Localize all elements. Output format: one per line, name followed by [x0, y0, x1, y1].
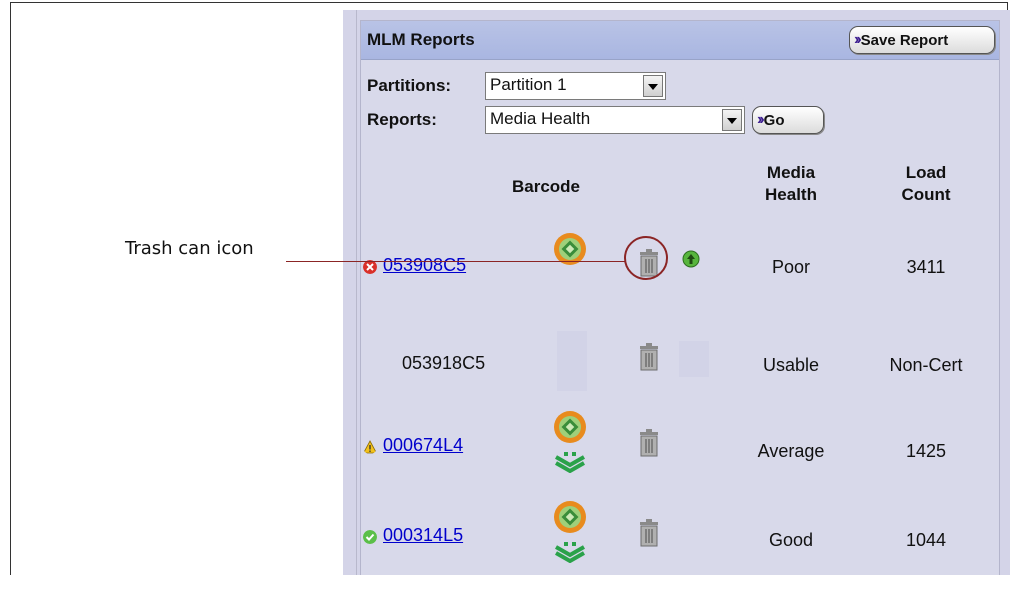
go-label: Go: [763, 111, 785, 129]
column-header-media-health-line1: Media: [766, 163, 816, 182]
error-status-icon: [363, 260, 377, 274]
load-count-value: 3411: [906, 257, 946, 277]
media-health-value: Average: [757, 441, 825, 461]
media-cartridge-icon: [554, 501, 586, 533]
dropdown-arrow-icon[interactable]: [722, 109, 742, 131]
partitions-value: Partition 1: [490, 75, 567, 94]
media-health-value: Usable: [762, 355, 820, 375]
trash-can-icon[interactable]: [637, 519, 661, 547]
callout-label: Trash can icon: [125, 238, 254, 259]
table-row: 053908C5 Poor 3411: [361, 221, 999, 321]
reports-select[interactable]: Media Health: [485, 106, 745, 134]
media-cartridge-icon: [554, 411, 586, 443]
reports-value: Media Health: [490, 109, 591, 128]
column-header-load-count-line2: Count: [901, 185, 951, 204]
reports-label: Reports:: [367, 110, 437, 129]
partitions-select[interactable]: Partition 1: [485, 72, 666, 100]
callout-highlight-circle: [624, 236, 668, 280]
upload-arrow-icon: [682, 250, 700, 268]
barcode-text: 053918C5: [402, 353, 486, 373]
dropdown-arrow-icon[interactable]: [643, 75, 663, 97]
column-header-load-count-line1: Load: [905, 163, 947, 182]
double-chevron-icon: ››: [854, 31, 861, 48]
good-status-icon: [363, 530, 377, 544]
load-count-value: 1425: [905, 441, 947, 461]
barcode-link[interactable]: 000314L5: [383, 525, 463, 546]
load-count-value: Non-Cert: [889, 355, 963, 375]
load-count-value: 1044: [905, 530, 947, 550]
column-header-barcode: Barcode: [511, 177, 581, 196]
save-report-button[interactable]: ›› Save Report: [849, 26, 995, 54]
table-row: 000674L4 Average 1425: [361, 401, 999, 501]
media-cartridge-icon: [554, 233, 586, 265]
mlm-reports-panel: MLM Reports ›› Save Report Partitions: P…: [360, 20, 1000, 575]
trash-can-icon[interactable]: [637, 429, 661, 457]
certification-icon: [555, 542, 585, 563]
go-button[interactable]: ›› Go: [752, 106, 824, 134]
column-header-load-count: Load Count: [881, 162, 971, 206]
empty-icon-slot: [679, 341, 709, 377]
media-health-value: Good: [768, 530, 814, 550]
barcode-link[interactable]: 000674L4: [383, 435, 463, 456]
callout-leader-line: [286, 261, 626, 262]
panel-title: MLM Reports: [367, 30, 475, 49]
column-header-media-health-line2: Health: [765, 185, 817, 204]
certification-icon: [555, 452, 585, 473]
column-header-media-health: Media Health: [751, 162, 831, 206]
save-report-label: Save Report: [860, 31, 949, 49]
table-row: 000314L5 Good 1044: [361, 489, 999, 589]
partitions-label: Partitions:: [367, 76, 452, 95]
trash-can-icon[interactable]: [637, 343, 661, 371]
double-chevron-icon: ››: [757, 111, 764, 128]
warning-status-icon: [363, 440, 377, 454]
media-health-value: Poor: [771, 257, 811, 277]
empty-icon-slot: [557, 331, 587, 391]
panel-header: MLM Reports ›› Save Report: [361, 21, 999, 60]
barcode-link[interactable]: 053908C5: [383, 255, 466, 276]
